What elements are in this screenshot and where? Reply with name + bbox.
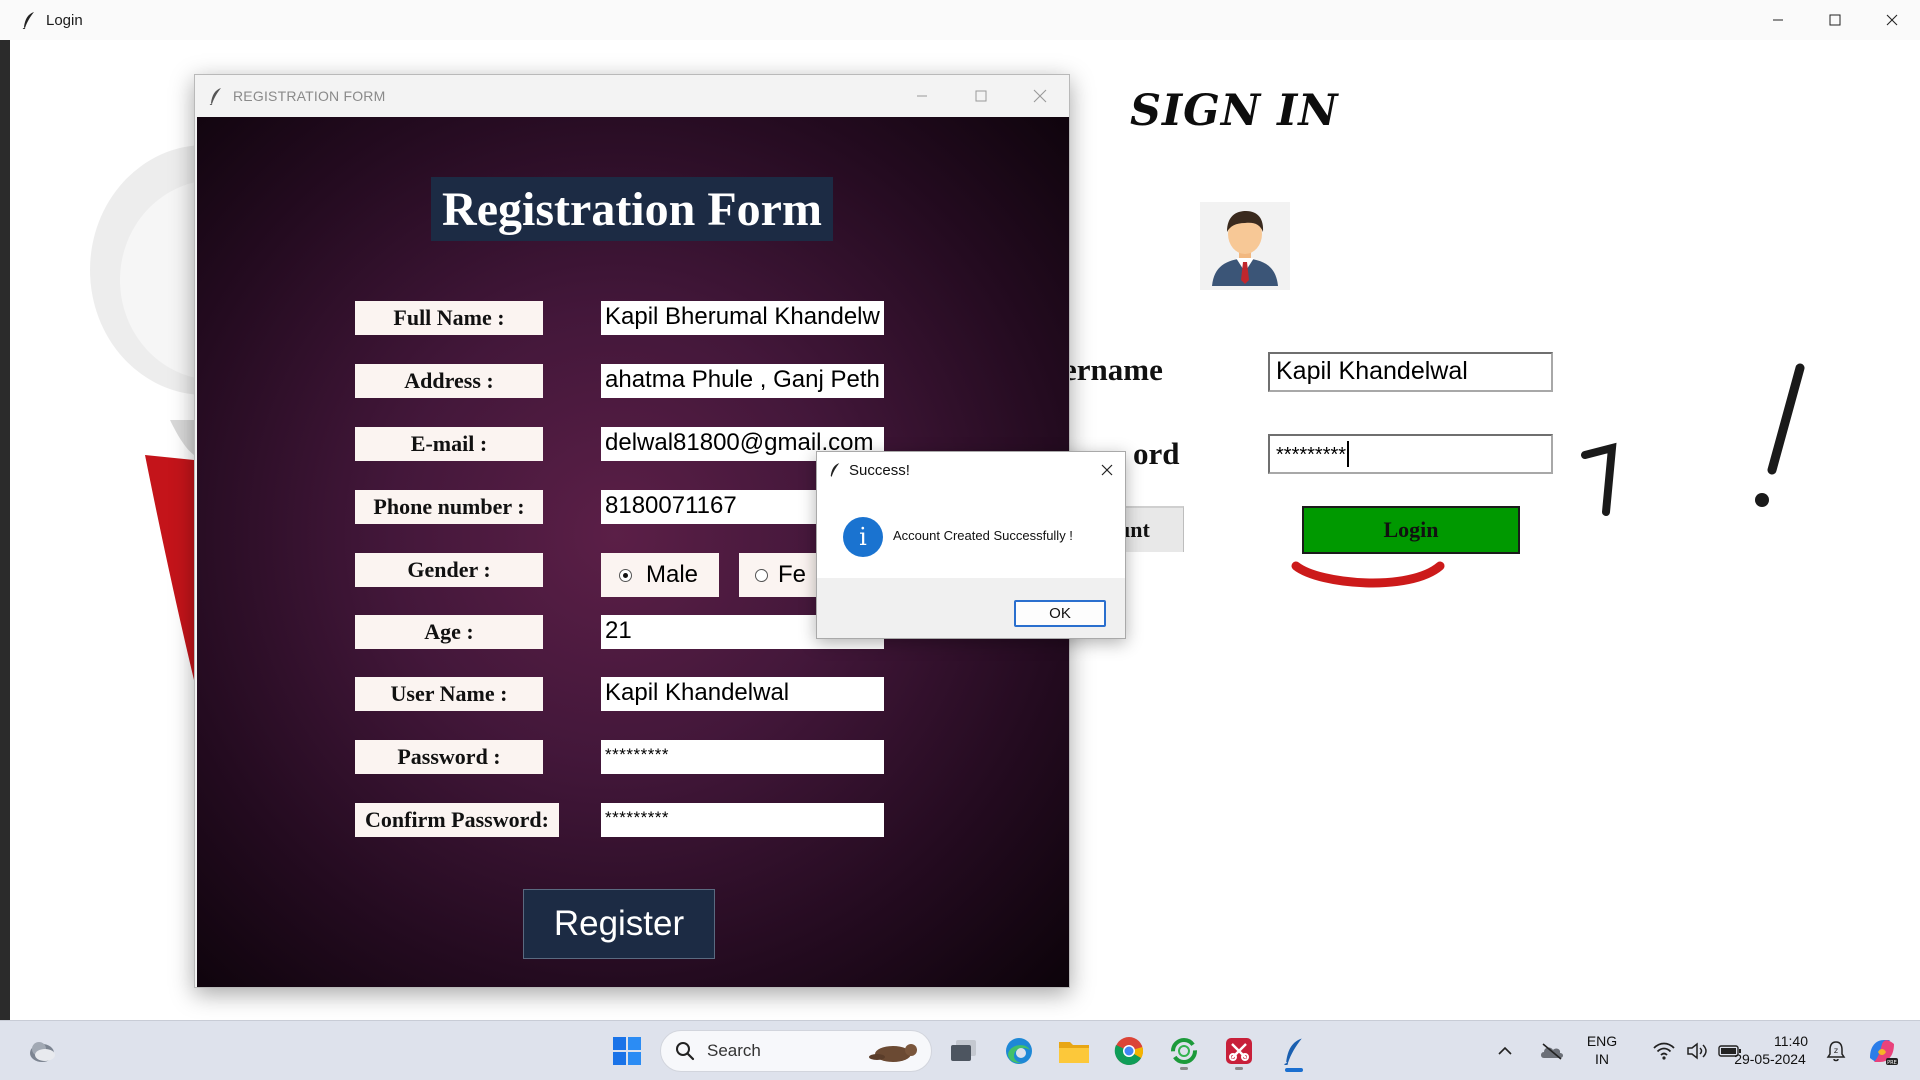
edge-browser-icon[interactable] <box>997 1029 1041 1073</box>
full-name-label: Full Name : <box>355 301 543 335</box>
phone-label: Phone number : <box>355 490 543 524</box>
python-tk-app-icon[interactable] <box>1272 1029 1316 1073</box>
search-placeholder: Search <box>707 1041 761 1060</box>
dialog-message: Account Created Successfully ! <box>893 528 1073 543</box>
username-value: Kapil Khandelwal <box>1276 357 1468 385</box>
gender-female-label: Fe <box>778 561 807 588</box>
search-icon <box>676 1042 695 1061</box>
copilot-icon[interactable]: PRE <box>1860 1029 1904 1073</box>
register-button[interactable]: Register <box>523 889 715 959</box>
radio-selected-icon <box>619 568 632 582</box>
weather-icon[interactable] <box>20 1029 64 1073</box>
notification-bell-icon[interactable]: z <box>1816 1029 1856 1073</box>
clock-date: 29-05-2024 <box>1734 1051 1806 1067</box>
user-name-label: User Name : <box>355 677 543 711</box>
age-label: Age : <box>355 615 543 649</box>
gender-label: Gender : <box>355 553 543 587</box>
tk-feather-icon <box>209 88 221 105</box>
volume-icon <box>1687 1042 1707 1060</box>
svg-text:z: z <box>1834 1046 1838 1055</box>
search-highlight-icon <box>869 1044 917 1062</box>
password-label: ord <box>1133 436 1180 471</box>
address-label: Address : <box>355 364 543 398</box>
password-input[interactable]: ********* <box>1268 434 1553 474</box>
running-indicator <box>1235 1067 1243 1070</box>
registration-title: REGISTRATION FORM <box>233 88 386 104</box>
onedrive-offline-icon[interactable] <box>1532 1029 1572 1073</box>
dialog-body: i Account Created Successfully ! <box>817 488 1125 578</box>
wifi-icon <box>1653 1042 1675 1060</box>
maximize-button[interactable] <box>951 75 1010 117</box>
taskbar: Search ENG IN 11:40 29-05-2024 z PRE <box>0 1020 1920 1080</box>
minimize-button[interactable] <box>892 75 951 117</box>
dialog-titlebar[interactable]: Success! <box>817 452 1125 488</box>
gender-male-label: Male <box>646 561 699 588</box>
username-input[interactable]: Kapil Khandelwal <box>1268 352 1553 392</box>
registration-titlebar[interactable]: REGISTRATION FORM <box>195 75 1069 117</box>
full-name-input[interactable]: Kapil Bherumal Khandelw <box>601 301 884 335</box>
address-input[interactable]: ahatma Phule , Ganj Peth <box>601 364 884 398</box>
gender-radio-female[interactable]: Fe <box>739 553 817 597</box>
dialog-close-button[interactable] <box>1095 458 1119 482</box>
tk-feather-icon <box>830 463 840 477</box>
dialog-title: Success! <box>849 461 910 479</box>
confirm-password-input[interactable]: ********* <box>601 803 884 837</box>
confirm-password-label: Confirm Password: <box>355 803 559 837</box>
password-value: ********* <box>1276 444 1347 466</box>
password-label: Password : <box>355 740 543 774</box>
active-indicator <box>1285 1068 1303 1072</box>
svg-text:PRE: PRE <box>1887 1060 1897 1066</box>
task-view-icon[interactable] <box>942 1029 986 1073</box>
snipping-tool-icon[interactable] <box>1217 1029 1261 1073</box>
ok-button[interactable]: OK <box>1014 600 1106 627</box>
file-explorer-icon[interactable] <box>1052 1029 1096 1073</box>
tray-overflow-chevron-icon[interactable] <box>1490 1029 1520 1073</box>
region-code: IN <box>1595 1051 1609 1067</box>
clock[interactable]: 11:40 29-05-2024 <box>1732 1032 1808 1068</box>
user-avatar <box>1200 202 1290 290</box>
radio-unselected-icon <box>755 568 768 582</box>
login-button[interactable]: Login <box>1302 506 1520 554</box>
running-indicator <box>1180 1067 1188 1070</box>
create-account-button[interactable]: unt <box>1120 506 1184 552</box>
start-button[interactable] <box>605 1029 649 1073</box>
language-indicator[interactable]: ENG IN <box>1582 1032 1622 1068</box>
chrome-icon[interactable] <box>1107 1029 1151 1073</box>
language-code: ENG <box>1586 1033 1618 1049</box>
taskbar-search[interactable]: Search <box>660 1030 932 1072</box>
form-heading: Registration Form <box>431 177 833 241</box>
gender-radio-male[interactable]: Male <box>601 553 719 597</box>
clock-time: 11:40 <box>1774 1033 1808 1049</box>
email-label: E-mail : <box>355 427 543 461</box>
user-name-input[interactable]: Kapil Khandelwal <box>601 677 884 711</box>
close-button[interactable] <box>1010 75 1069 117</box>
signin-heading: SIGN IN <box>1130 86 1339 136</box>
sync-app-icon[interactable] <box>1162 1029 1206 1073</box>
password-input[interactable]: ********* <box>601 740 884 774</box>
success-dialog: Success! i Account Created Successfully … <box>816 451 1126 639</box>
info-icon: i <box>843 517 883 557</box>
text-caret <box>1347 441 1350 468</box>
username-label: ername <box>1063 352 1163 387</box>
